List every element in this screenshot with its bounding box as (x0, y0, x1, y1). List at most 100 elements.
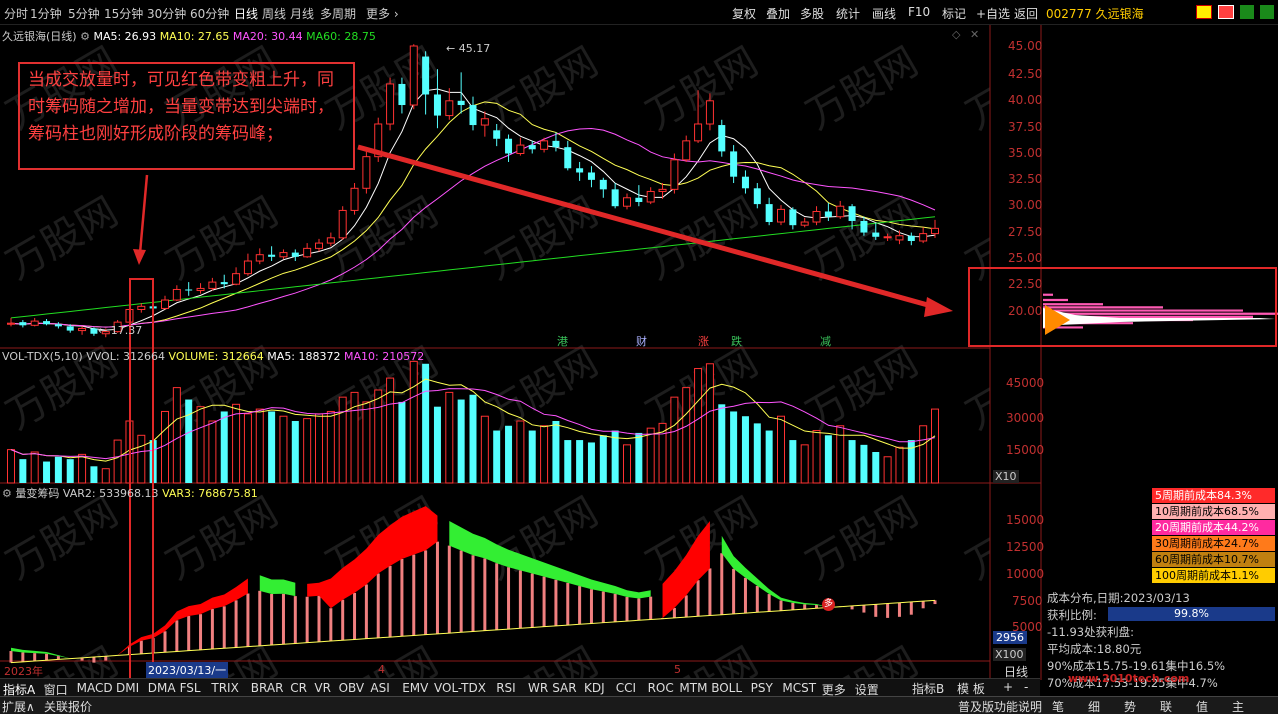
chip-ind-name: 量变筹码 (15, 487, 60, 500)
zoom-in-button[interactable]: + (1003, 680, 1013, 694)
right-tab-3[interactable]: 联 (1160, 698, 1172, 714)
volume-bar (315, 413, 323, 484)
price-tick: 30.00 (1008, 198, 1043, 212)
event-marker-limit-down[interactable]: 跌 (731, 333, 742, 349)
settings-icon[interactable]: ⚙ (2, 487, 12, 500)
related-quotes-button[interactable]: 关联报价 (44, 698, 92, 714)
volume-bar (777, 415, 785, 484)
volume-bar (268, 411, 276, 483)
candle-body (445, 100, 454, 117)
indicator-tab-18[interactable]: CCI (616, 681, 636, 695)
indicator-tab-23[interactable]: MCST (782, 681, 816, 695)
indicator-tab-22[interactable]: PSY (751, 681, 773, 695)
candle-body (528, 145, 536, 150)
period-tab-daily[interactable]: 日线 (234, 5, 258, 22)
diamond-icon[interactable]: ◇ (952, 28, 960, 41)
volume-bar (172, 387, 181, 484)
mark-button[interactable]: 标记 (942, 5, 966, 22)
candle-body (753, 188, 761, 205)
indicator-tab-6[interactable]: TRIX (211, 681, 238, 695)
volume-bar (480, 415, 489, 484)
collapse-icon[interactable] (1260, 5, 1274, 19)
indicator-b-tab[interactable]: 指标B (912, 680, 944, 697)
candle-body (43, 321, 51, 325)
indicator-tab-15[interactable]: WR (528, 681, 548, 695)
indicator-tab-7[interactable]: BRAR (251, 681, 284, 695)
period-tab-fenshi[interactable]: 分时 (4, 5, 28, 22)
cost-legend-row: 20周期前成本44.2% (1152, 520, 1275, 535)
vol-tick: 30000 (1006, 411, 1045, 425)
candle-body (848, 206, 856, 221)
chevron-right-icon: › (390, 7, 399, 21)
indicator-tab-13[interactable]: VOL-TDX (434, 681, 486, 695)
indicator-tab-9[interactable]: VR (314, 681, 331, 695)
volume-bar (670, 396, 679, 484)
volume-bar (422, 363, 430, 483)
back-button[interactable]: 返回 (1014, 5, 1038, 22)
volume-bar (185, 399, 193, 483)
indicator-tab-20[interactable]: MTM (679, 681, 707, 695)
right-tab-5[interactable]: 主 (1232, 698, 1244, 714)
price-tick: 32.50 (1008, 172, 1043, 186)
candle-body (291, 252, 299, 257)
version-info[interactable]: 普及版功能说明 (958, 698, 1042, 714)
avg-cost-row: 平均成本:18.80元 (1047, 641, 1141, 657)
cost-legend-row: 30周期前成本24.7% (1152, 536, 1275, 551)
period-tab-30min[interactable]: 30分钟 (147, 5, 186, 22)
expand-icon[interactable] (1240, 5, 1254, 19)
candle-body (505, 138, 513, 154)
settings-icon[interactable]: ⚙ (80, 30, 90, 43)
f10-button[interactable]: F10 (908, 5, 930, 19)
indicator-tab-14[interactable]: RSI (496, 681, 516, 695)
indicator-tab-8[interactable]: CR (290, 681, 307, 695)
candle-body (824, 211, 832, 217)
period-tab-more[interactable]: 更多 › (366, 5, 399, 22)
vol-ma10-value: MA10: 210572 (344, 350, 425, 363)
volume-bar (398, 401, 406, 483)
price-tick: 35.00 (1008, 146, 1043, 160)
indicator-tab-17[interactable]: KDJ (584, 681, 605, 695)
multi-stock-button[interactable]: 多股 (800, 5, 824, 22)
right-tab-1[interactable]: 细 (1088, 698, 1100, 714)
indicator-tab-12[interactable]: EMV (402, 681, 428, 695)
candle-body (623, 197, 631, 207)
indicator-tab-4[interactable]: DMA (148, 681, 176, 695)
indicator-tab-3[interactable]: DMI (116, 681, 139, 695)
period-tab-5min[interactable]: 5分钟 (68, 5, 100, 22)
period-tab-weekly[interactable]: 周线 (262, 5, 286, 22)
candle-body (90, 328, 98, 334)
period-tab-1min[interactable]: 1分钟 (30, 5, 62, 22)
event-marker-reduce[interactable]: 减 (820, 333, 831, 349)
period-tab-15min[interactable]: 15分钟 (104, 5, 143, 22)
right-tab-2[interactable]: 势 (1124, 698, 1136, 714)
indicator-tab-11[interactable]: ASI (370, 681, 389, 695)
event-marker-hk[interactable]: 港 (557, 333, 568, 349)
volume-bar (279, 415, 288, 484)
event-marker-finance[interactable]: 财 (636, 333, 647, 349)
event-marker-limit-up[interactable]: 涨 (698, 333, 709, 349)
indicator-tab-21[interactable]: BOLL (711, 681, 742, 695)
statistics-button[interactable]: 统计 (836, 5, 860, 22)
indicator-tab-10[interactable]: OBV (339, 681, 365, 695)
zoom-out-button[interactable]: - (1024, 680, 1028, 694)
period-tab-monthly[interactable]: 月线 (290, 5, 314, 22)
template-tab[interactable]: 模 板 (957, 680, 985, 697)
candle-body (540, 140, 549, 150)
hold-icon[interactable] (1218, 5, 1234, 19)
right-tab-4[interactable]: 值 (1196, 698, 1208, 714)
period-tab-60min[interactable]: 60分钟 (190, 5, 229, 22)
overlay-button[interactable]: 叠加 (766, 5, 790, 22)
indicator-tab-16[interactable]: SAR (552, 681, 576, 695)
add-watchlist-button[interactable]: +自选 (976, 5, 1010, 22)
draw-line-button[interactable]: 画线 (872, 5, 896, 22)
indicator-tab-5[interactable]: FSL (180, 681, 201, 695)
period-tab-multi[interactable]: 多周期 (320, 5, 356, 22)
expand-button[interactable]: 扩展∧ (2, 698, 35, 714)
close-icon[interactable]: ✕ (970, 28, 979, 41)
volume-bar (540, 425, 549, 484)
restore-rights-button[interactable]: 复权 (732, 5, 756, 22)
flag-icon[interactable] (1196, 5, 1212, 19)
indicator-tab-2[interactable]: MACD (77, 681, 113, 695)
right-tab-0[interactable]: 笔 (1052, 698, 1064, 714)
indicator-tab-19[interactable]: ROC (648, 681, 674, 695)
